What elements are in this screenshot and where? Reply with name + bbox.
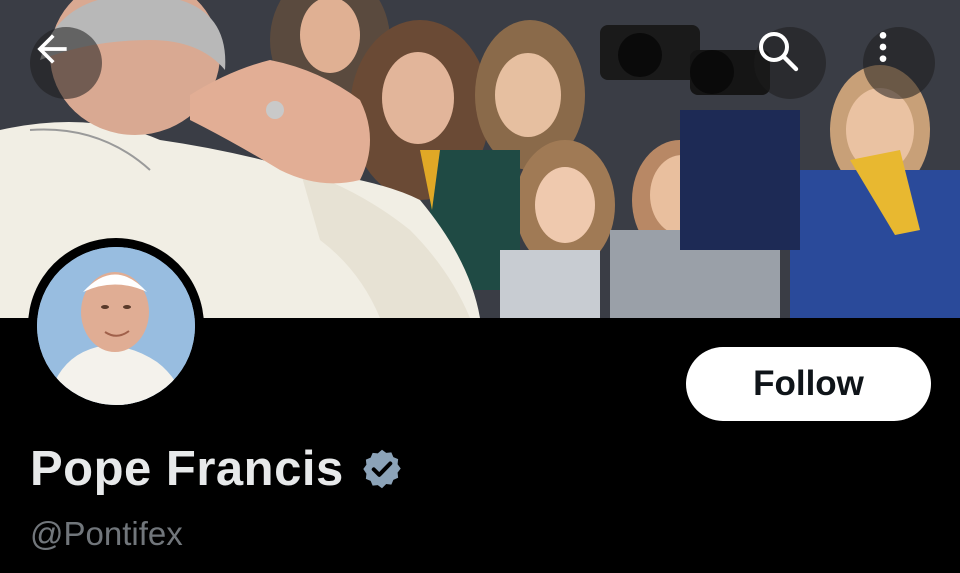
avatar-photo (37, 247, 195, 405)
profile-avatar[interactable] (28, 238, 204, 414)
verified-badge-icon[interactable] (360, 447, 404, 491)
follow-button[interactable]: Follow (686, 347, 931, 421)
profile-name-row: Pope Francis (30, 441, 404, 497)
profile-handle: @Pontifex (30, 515, 183, 552)
search-button[interactable] (754, 27, 826, 99)
more-options-button[interactable] (863, 27, 935, 99)
arrow-left-icon (37, 34, 67, 64)
back-button[interactable] (30, 27, 102, 99)
more-vertical-icon (879, 32, 887, 62)
profile-display-name: Pope Francis (30, 442, 344, 496)
search-icon (759, 32, 799, 72)
